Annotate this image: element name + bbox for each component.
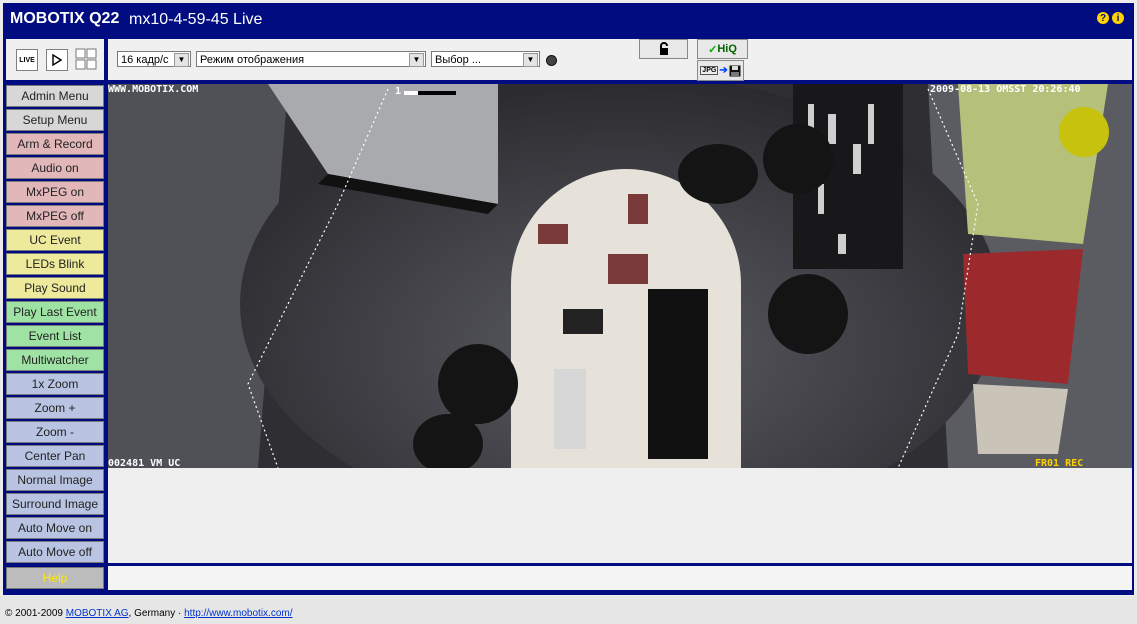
save-jpg-button[interactable]: JPG ➔ — [697, 60, 744, 81]
company-link[interactable]: MOBOTIX AG — [66, 608, 129, 619]
event-panel — [108, 468, 1132, 563]
sidebar-button-play-sound[interactable]: Play Sound — [6, 277, 104, 299]
live-view-button[interactable]: LIVE — [16, 49, 38, 71]
sidebar-button-event-list[interactable]: Event List — [6, 325, 104, 347]
sidebar-button-play-last-event[interactable]: Play Last Event — [6, 301, 104, 323]
sidebar-button-normal-image[interactable]: Normal Image — [6, 469, 104, 491]
display-mode-select[interactable]: Режим отображения ▼ — [196, 51, 426, 67]
view-mode-toolbar: LIVE — [6, 39, 104, 80]
help-icons: ? i — [1097, 12, 1124, 24]
status-dot-icon — [546, 55, 557, 66]
camera-model-title: MOBOTIX Q22 — [10, 10, 120, 27]
info-icon[interactable]: i — [1112, 12, 1124, 24]
help-question-icon[interactable]: ? — [1097, 12, 1109, 24]
osd-watermark: WWW.MOBOTIX.COM — [108, 84, 199, 95]
live-video-view[interactable]: WWW.MOBOTIX.COM 1 2009-08-13 OMSST 20:26… — [108, 84, 1132, 468]
play-icon — [52, 54, 62, 66]
sidebar-button-arm-record[interactable]: Arm & Record — [6, 133, 104, 155]
arrow-right-icon: ➔ — [719, 65, 728, 76]
jpg-label: JPG — [700, 66, 719, 75]
sidebar-button-zoom-[interactable]: Zoom + — [6, 397, 104, 419]
sidebar-button-zoom-[interactable]: Zoom - — [6, 421, 104, 443]
chevron-down-icon: ▼ — [523, 53, 538, 67]
lock-icon — [659, 42, 668, 55]
sidebar-button-leds-blink[interactable]: LEDs Blink — [6, 253, 104, 275]
sidebar-button-uc-event[interactable]: UC Event — [6, 229, 104, 251]
camera-name-title: mx10-4-59-45 Live — [129, 11, 263, 28]
choice-value: Выбор ... — [435, 54, 482, 66]
sidebar-button-center-pan[interactable]: Center Pan — [6, 445, 104, 467]
camera-image — [108, 84, 1132, 468]
sidebar-button-1x-zoom[interactable]: 1x Zoom — [6, 373, 104, 395]
sidebar-button-auto-move-on[interactable]: Auto Move on — [6, 517, 104, 539]
multiview-button[interactable] — [75, 48, 97, 70]
sidebar-button-admin-menu[interactable]: Admin Menu — [6, 85, 104, 107]
osd-image-counter: 002481 VM UC — [108, 458, 181, 468]
main-toolbar: 16 кадр/с ▼ Режим отображения ▼ Выбор ..… — [108, 39, 1132, 81]
sidebar-button-audio-on[interactable]: Audio on — [6, 157, 104, 179]
unlock-button[interactable] — [639, 39, 688, 59]
fps-value: 16 кадр/с — [121, 54, 169, 66]
hiq-button[interactable]: ✓ HiQ — [697, 39, 748, 59]
grid-icon — [75, 48, 97, 70]
footer-text: © 2001-2009 MOBOTIX AG, Germany · http:/… — [5, 608, 293, 619]
status-bar — [108, 566, 1132, 590]
chevron-down-icon: ▼ — [174, 53, 189, 67]
sidebar-button-multiwatcher[interactable]: Multiwatcher — [6, 349, 104, 371]
copyright-text: © 2001-2009 — [5, 608, 63, 619]
osd-recording-status: FR01 REC — [1035, 458, 1084, 468]
check-icon: ✓ — [708, 43, 718, 56]
help-button[interactable]: Help — [6, 567, 104, 589]
country-text: , Germany · — [128, 608, 182, 619]
title-bar: MOBOTIX Q22 mx10-4-59-45 Live ? i — [3, 3, 1134, 36]
floppy-disk-icon — [729, 65, 741, 76]
osd-marker: 1 — [395, 86, 402, 97]
play-button[interactable] — [46, 49, 68, 71]
fps-select[interactable]: 16 кадр/с ▼ — [117, 51, 191, 67]
hiq-label: HiQ — [717, 43, 737, 55]
osd-timestamp: 2009-08-13 OMSST 20:26:40 — [930, 84, 1081, 95]
live-label: LIVE — [19, 56, 35, 64]
sidebar-button-surround-image[interactable]: Surround Image — [6, 493, 104, 515]
sidebar-button-mxpeg-off[interactable]: MxPEG off — [6, 205, 104, 227]
sidebar-button-auto-move-off[interactable]: Auto Move off — [6, 541, 104, 563]
choice-select[interactable]: Выбор ... ▼ — [431, 51, 540, 67]
sidebar-button-setup-menu[interactable]: Setup Menu — [6, 109, 104, 131]
chevron-down-icon: ▼ — [409, 53, 424, 67]
website-link[interactable]: http://www.mobotix.com/ — [184, 608, 292, 619]
sidebar-button-mxpeg-on[interactable]: MxPEG on — [6, 181, 104, 203]
display-mode-value: Режим отображения — [200, 54, 305, 66]
footer: © 2001-2009 MOBOTIX AG, Germany · http:/… — [0, 596, 1137, 624]
